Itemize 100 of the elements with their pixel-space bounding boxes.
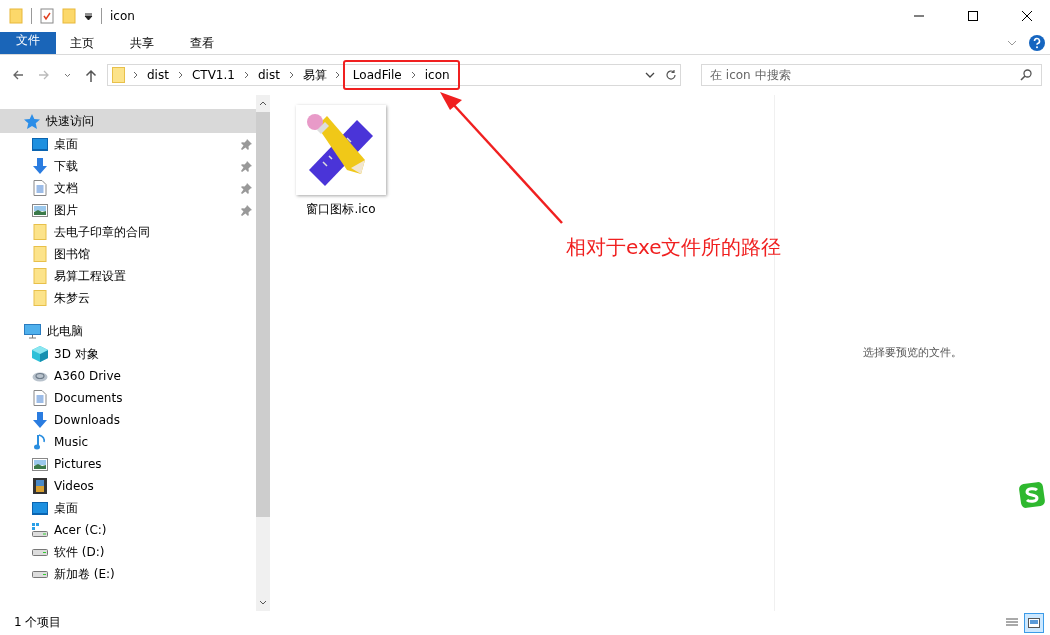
preview-message: 选择要预览的文件。 — [863, 345, 962, 361]
file-thumbnail[interactable] — [296, 105, 386, 195]
nav-label: 图书馆 — [54, 245, 90, 263]
nav-item[interactable]: 桌面 — [0, 133, 256, 155]
nav-item[interactable]: Music — [0, 431, 256, 453]
nav-label: 桌面 — [54, 135, 78, 153]
nav-item[interactable]: 朱梦云 — [0, 287, 256, 309]
nav-label: 桌面 — [54, 499, 78, 517]
search-field[interactable]: 在 icon 中搜索 — [701, 64, 1042, 86]
cube-icon — [32, 346, 48, 362]
nav-label: 3D 对象 — [54, 345, 99, 363]
nav-label: 易算工程设置 — [54, 267, 126, 285]
nav-label: 朱梦云 — [54, 289, 90, 307]
breadcrumb[interactable]: dist — [147, 68, 169, 82]
nav-item[interactable]: 去电子印章的合同 — [0, 221, 256, 243]
nav-item[interactable]: 易算工程设置 — [0, 265, 256, 287]
item-count: 1 个项目 — [14, 614, 62, 631]
nav-label: 去电子印章的合同 — [54, 223, 150, 241]
nav-item[interactable]: Acer (C:) — [0, 519, 256, 541]
nav-item[interactable]: A360 Drive — [0, 365, 256, 387]
nav-item[interactable]: 下载 — [0, 155, 256, 177]
film-icon — [32, 478, 48, 494]
chevron-right-icon[interactable] — [133, 71, 138, 79]
ribbon-tab[interactable]: 共享 — [116, 32, 168, 54]
nav-item[interactable]: 3D 对象 — [0, 343, 256, 365]
maximize-icon — [968, 11, 978, 21]
chevron-right-icon[interactable] — [410, 71, 416, 79]
nav-item[interactable]: 软件 (D:) — [0, 541, 256, 563]
chevron-right-icon[interactable] — [177, 71, 183, 79]
scrollbar[interactable] — [256, 95, 270, 611]
list-icon — [1006, 617, 1018, 628]
refresh-icon — [664, 69, 677, 81]
file-name[interactable]: 窗口图标.ico — [306, 201, 376, 218]
nav-label: Pictures — [54, 457, 102, 471]
chevron-down-icon[interactable] — [64, 72, 71, 78]
nav-item[interactable]: Documents — [0, 387, 256, 409]
properties-icon[interactable] — [40, 8, 54, 24]
nav-item[interactable]: 图书馆 — [0, 243, 256, 265]
download-arrow-icon — [32, 158, 48, 174]
breadcrumb[interactable]: icon — [424, 68, 450, 82]
document-icon — [32, 390, 48, 406]
folder-icon — [32, 246, 48, 262]
nav-item[interactable]: 快速访问 — [0, 109, 256, 133]
chevron-down-icon[interactable] — [259, 600, 267, 605]
nav-item[interactable]: Videos — [0, 475, 256, 497]
monitor-icon — [32, 137, 48, 151]
close-icon — [1022, 11, 1032, 21]
ribbon-tab[interactable]: 查看 — [176, 32, 228, 54]
chevron-right-icon[interactable] — [243, 71, 249, 79]
folder-icon — [32, 290, 48, 306]
help-icon[interactable] — [1029, 35, 1045, 51]
nav-label: A360 Drive — [54, 369, 121, 383]
chevron-right-icon[interactable] — [334, 71, 340, 79]
ribbon-tab[interactable]: 主页 — [56, 32, 108, 54]
breadcrumb[interactable]: LoadFile — [352, 68, 402, 82]
up-arrow-icon[interactable] — [85, 68, 97, 82]
chevron-down-icon[interactable] — [645, 72, 655, 78]
folder-icon — [112, 67, 125, 83]
nav-item[interactable]: 文档 — [0, 177, 256, 199]
breadcrumb[interactable]: 易算 — [302, 66, 327, 84]
thumbnail-view-button[interactable] — [1024, 612, 1044, 633]
nav-item[interactable]: 新加卷 (E:) — [0, 563, 256, 585]
drive-icon — [32, 523, 48, 537]
folder-icon — [32, 268, 48, 284]
nav-item[interactable]: 图片 — [0, 199, 256, 221]
breadcrumb[interactable]: CTV1.1 — [191, 68, 235, 82]
nav-item[interactable]: Pictures — [0, 453, 256, 475]
nav-label: 快速访问 — [46, 112, 94, 130]
nav-label: 文档 — [54, 179, 78, 197]
monitor-icon — [32, 501, 48, 515]
nav-label: Documents — [54, 391, 123, 405]
nav-label: Videos — [54, 479, 94, 493]
chevron-up-icon[interactable] — [259, 101, 267, 106]
nav-label: 下载 — [54, 157, 78, 175]
nav-item[interactable]: Downloads — [0, 409, 256, 431]
drive-icon — [32, 548, 48, 556]
nav-label: 此电脑 — [47, 322, 83, 340]
nav-label: Music — [54, 435, 89, 449]
nav-label: Acer (C:) — [54, 523, 107, 537]
refresh-button[interactable] — [661, 64, 681, 86]
folder-icon — [32, 224, 48, 240]
picture-icon — [32, 203, 48, 217]
file-tab[interactable]: 文件 — [0, 32, 56, 54]
chevron-right-icon[interactable] — [288, 71, 294, 79]
dropdown-icon[interactable] — [84, 11, 93, 21]
picture-icon — [32, 457, 48, 471]
window-title: icon — [110, 9, 135, 23]
back-arrow-icon[interactable] — [12, 69, 24, 81]
star-icon — [24, 113, 40, 129]
nav-item[interactable]: 此电脑 — [0, 319, 256, 343]
download-arrow-icon — [32, 412, 48, 428]
preview-pane-icon — [1028, 617, 1040, 628]
search-icon — [1020, 69, 1032, 81]
breadcrumb[interactable]: dist — [257, 68, 280, 82]
nav-label: 软件 (D:) — [54, 543, 105, 561]
document-icon — [32, 180, 48, 196]
music-note-icon — [32, 434, 48, 450]
ime-icon — [1018, 481, 1046, 509]
nav-item[interactable]: 桌面 — [0, 497, 256, 519]
nav-label: 新加卷 (E:) — [54, 565, 115, 583]
